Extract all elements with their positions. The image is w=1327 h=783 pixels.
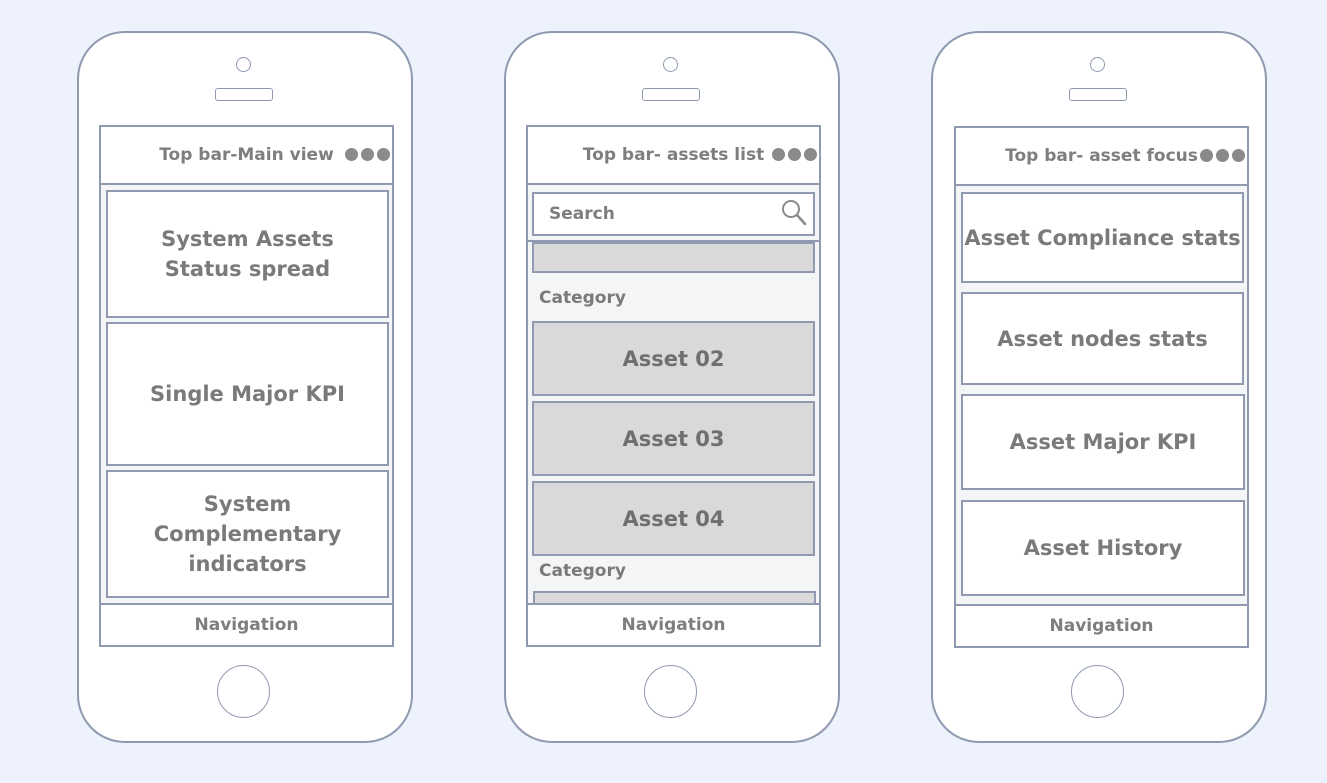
asset-item[interactable]: Asset 04 — [532, 481, 815, 556]
top-bar-title: Top bar-Main view — [159, 145, 334, 165]
top-bar: Top bar- assets list — [528, 127, 819, 185]
card-line: Single Major KPI — [150, 382, 345, 406]
card-status-spread[interactable]: System Assets Status spread — [106, 190, 389, 318]
menu-dots-icon[interactable] — [772, 148, 817, 161]
card-line: Asset History — [1023, 536, 1183, 560]
wireframe-canvas: Top bar-Main view System Assets Status s… — [0, 0, 1327, 783]
navigation-label: Navigation — [1049, 616, 1154, 636]
phone-assets-list: Top bar- assets list Search Category Ass… — [504, 31, 840, 743]
navigation-bar[interactable]: Navigation — [528, 603, 819, 645]
top-bar-title: Top bar- assets list — [582, 145, 765, 165]
asset-item[interactable]: Asset 02 — [532, 321, 815, 396]
category-header: Category — [539, 561, 626, 581]
navigation-bar[interactable]: Navigation — [101, 603, 392, 645]
home-button-icon[interactable] — [644, 665, 697, 718]
navigation-bar[interactable]: Navigation — [956, 604, 1247, 646]
asset-item-partial[interactable] — [532, 242, 815, 273]
phone-main-view: Top bar-Main view System Assets Status s… — [77, 31, 413, 743]
card-major-kpi[interactable]: Asset Major KPI — [961, 394, 1245, 490]
asset-label: Asset 04 — [622, 506, 725, 531]
asset-item[interactable]: Asset 03 — [532, 401, 815, 476]
search-icon[interactable] — [781, 199, 807, 227]
asset-label: Asset 03 — [622, 426, 725, 451]
camera-icon — [663, 57, 678, 72]
card-line: Asset Major KPI — [1009, 430, 1197, 454]
card-line: Asset nodes stats — [997, 326, 1208, 351]
card-compliance-stats[interactable]: Asset Compliance stats — [961, 192, 1244, 283]
card-line: indicators — [188, 552, 307, 576]
category-header: Category — [539, 288, 626, 308]
search-placeholder: Search — [549, 204, 615, 224]
home-button-icon[interactable] — [1071, 665, 1124, 718]
card-line: Asset Compliance stats — [964, 225, 1241, 250]
speaker-icon — [1069, 88, 1127, 101]
top-bar-title: Top bar- asset focus — [1005, 146, 1198, 166]
card-complementary-indicators[interactable]: System Complementary indicators — [106, 470, 389, 598]
screen-asset-focus: Top bar- asset focus Asset Compliance st… — [954, 126, 1249, 648]
card-history[interactable]: Asset History — [961, 500, 1245, 596]
search-input[interactable]: Search — [532, 192, 815, 236]
camera-icon — [1090, 57, 1105, 72]
phone-asset-focus: Top bar- asset focus Asset Compliance st… — [931, 31, 1267, 743]
menu-dots-icon[interactable] — [1200, 149, 1245, 162]
card-line: Status spread — [164, 257, 331, 281]
card-line: System Assets — [161, 227, 334, 251]
speaker-icon — [642, 88, 700, 101]
card-line: Complementary — [153, 522, 342, 546]
screen-main-view: Top bar-Main view System Assets Status s… — [99, 125, 394, 647]
asset-label: Asset 02 — [622, 346, 725, 371]
navigation-label: Navigation — [194, 615, 299, 635]
home-button-icon[interactable] — [217, 665, 270, 718]
camera-icon — [236, 57, 251, 72]
navigation-label: Navigation — [621, 615, 726, 635]
menu-dots-icon[interactable] — [345, 148, 390, 161]
speaker-icon — [215, 88, 273, 101]
card-major-kpi[interactable]: Single Major KPI — [106, 322, 389, 466]
card-nodes-stats[interactable]: Asset nodes stats — [961, 292, 1244, 385]
top-bar: Top bar- asset focus — [956, 128, 1247, 186]
screen-assets-list: Top bar- assets list Search Category Ass… — [526, 125, 821, 647]
top-bar: Top bar-Main view — [101, 127, 392, 185]
card-line: System — [203, 492, 292, 516]
